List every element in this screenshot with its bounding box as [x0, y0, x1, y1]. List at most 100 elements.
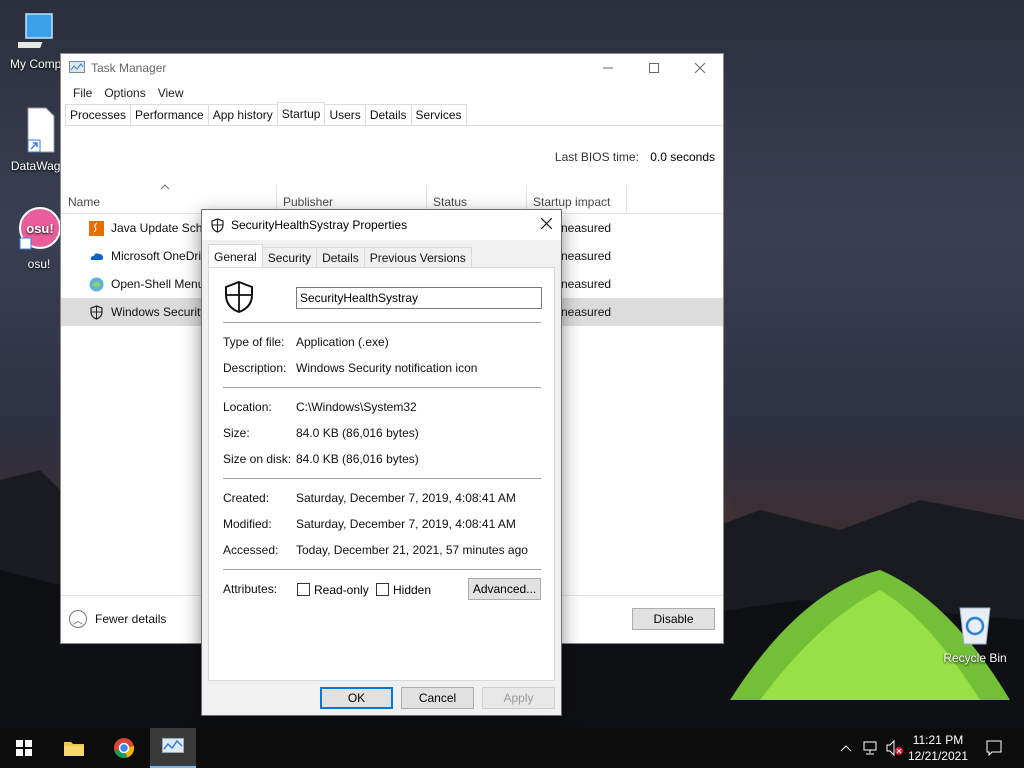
tab-performance[interactable]: Performance [130, 104, 209, 125]
size-on-disk-value: 84.0 KB (86,016 bytes) [296, 452, 419, 466]
readonly-label: Read-only [314, 583, 369, 597]
chrome-icon [114, 738, 135, 758]
task-manager-taskbar-button[interactable] [150, 728, 196, 768]
tab-app-history[interactable]: App history [207, 104, 278, 125]
volume-tray-button[interactable] [884, 728, 906, 768]
close-button[interactable] [677, 54, 723, 82]
network-tray-button[interactable] [860, 728, 882, 768]
attributes-label: Attributes: [223, 582, 278, 596]
separator [223, 387, 541, 388]
tab-previous-versions[interactable]: Previous Versions [363, 247, 472, 267]
cancel-button[interactable]: Cancel [401, 687, 474, 709]
location-value: C:\Windows\System32 [296, 400, 417, 414]
network-icon [863, 741, 877, 755]
row-impact: neasured [561, 305, 612, 319]
fewer-details-button[interactable]: ︿ Fewer details [69, 610, 166, 628]
file-explorer-taskbar-button[interactable] [50, 728, 98, 768]
desktop-icon-recycle-bin[interactable]: Recycle Bin [936, 600, 1014, 665]
taskbar: 11:21 PM 12/21/2021 [0, 728, 1024, 768]
bios-label: Last BIOS time: [554, 150, 639, 164]
column-startup-impact[interactable]: Startup impact [533, 195, 610, 209]
dialog-title: SecurityHealthSystray Properties [231, 218, 408, 232]
description-row: Description: Windows Security notificati… [223, 361, 477, 375]
close-icon [540, 217, 552, 230]
shield-large-icon [225, 280, 253, 314]
last-bios-time: Last BIOS time: 0.0 seconds [555, 150, 715, 164]
column-name[interactable]: Name [68, 195, 100, 209]
task-manager-icon [162, 738, 184, 753]
row-impact: neasured [561, 277, 612, 291]
show-hidden-icons-button[interactable] [836, 728, 856, 768]
column-publisher[interactable]: Publisher [283, 195, 333, 209]
created-value: Saturday, December 7, 2019, 4:08:41 AM [296, 491, 516, 505]
description-value: Windows Security notification icon [296, 361, 478, 375]
created-row: Created: Saturday, December 7, 2019, 4:0… [223, 491, 516, 505]
computer-icon [10, 13, 53, 48]
size-value: 84.0 KB (86,016 bytes) [296, 426, 419, 440]
tab-details[interactable]: Details [364, 104, 412, 125]
volume-muted-icon [886, 740, 903, 756]
chevron-up-icon: ︿ [69, 610, 87, 628]
dialog-titlebar[interactable]: SecurityHealthSystray Properties [202, 210, 561, 240]
general-panel: Type of file: Application (.exe) Descrip… [208, 267, 555, 681]
column-divider[interactable] [626, 186, 627, 214]
menu-file[interactable]: File [67, 86, 98, 100]
java-icon [89, 221, 104, 236]
dialog-close-button[interactable] [531, 216, 561, 234]
accessed-row: Accessed: Today, December 21, 2021, 57 m… [223, 543, 528, 557]
tab-services[interactable]: Services [410, 104, 467, 125]
tab-users[interactable]: Users [324, 104, 366, 125]
advanced-button[interactable]: Advanced... [468, 578, 541, 600]
separator [223, 569, 541, 570]
maximize-button[interactable] [631, 54, 677, 82]
osu-icon: osu! [19, 207, 61, 250]
fewer-details-label: Fewer details [95, 612, 167, 626]
row-name: Java Update Sche [111, 221, 210, 235]
properties-dialog: SecurityHealthSystray Properties General… [201, 209, 562, 716]
svg-text:osu!: osu! [26, 221, 53, 236]
menu-options[interactable]: Options [98, 86, 151, 100]
start-button[interactable] [0, 728, 48, 768]
task-manager-icon [69, 61, 85, 73]
action-center-button[interactable] [976, 728, 1012, 768]
folder-icon [64, 742, 84, 756]
file-name-field[interactable] [296, 287, 542, 309]
window-title: Task Manager [91, 61, 167, 75]
size-row: Size: 84.0 KB (86,016 bytes) [223, 426, 419, 440]
hidden-checkbox[interactable]: Hidden [376, 583, 431, 597]
onedrive-icon [90, 253, 103, 260]
windows-logo-icon [16, 740, 32, 756]
apply-button[interactable]: Apply [482, 687, 555, 709]
minimize-button[interactable] [585, 54, 631, 82]
description-label: Description: [223, 361, 287, 375]
row-impact: neasured [561, 221, 612, 235]
system-clock[interactable]: 11:21 PM 12/21/2021 [908, 732, 968, 764]
column-status[interactable]: Status [433, 195, 467, 209]
disable-button[interactable]: Disable [632, 608, 715, 630]
accessed-label: Accessed: [223, 543, 279, 557]
row-name: Microsoft OneDri [111, 249, 202, 263]
checkbox-box [376, 583, 389, 596]
tab-security[interactable]: Security [261, 247, 318, 267]
shield-icon [90, 305, 103, 320]
close-icon [695, 63, 705, 73]
tab-general[interactable]: General [208, 244, 263, 267]
bios-value: 0.0 seconds [650, 150, 715, 164]
row-name: Open-Shell Menu [111, 277, 205, 291]
type-value: Application (.exe) [296, 335, 389, 349]
size-on-disk-row: Size on disk: 84.0 KB (86,016 bytes) [223, 452, 419, 466]
modified-value: Saturday, December 7, 2019, 4:08:41 AM [296, 517, 516, 531]
chrome-taskbar-button[interactable] [100, 728, 148, 768]
tab-details[interactable]: Details [316, 247, 365, 267]
tab-startup[interactable]: Startup [276, 102, 326, 125]
tab-processes[interactable]: Processes [65, 104, 132, 125]
modified-row: Modified: Saturday, December 7, 2019, 4:… [223, 517, 516, 531]
task-manager-titlebar[interactable]: Task Manager [61, 54, 723, 82]
menu-bar: File Options View [61, 82, 723, 104]
row-impact: neasured [561, 249, 612, 263]
desktop-icon-label: Recycle Bin [943, 651, 1007, 665]
ok-button[interactable]: OK [320, 687, 393, 709]
tab-strip: Processes Performance App history Startu… [65, 102, 723, 126]
readonly-checkbox[interactable]: Read-only [297, 583, 369, 597]
menu-view[interactable]: View [152, 86, 190, 100]
